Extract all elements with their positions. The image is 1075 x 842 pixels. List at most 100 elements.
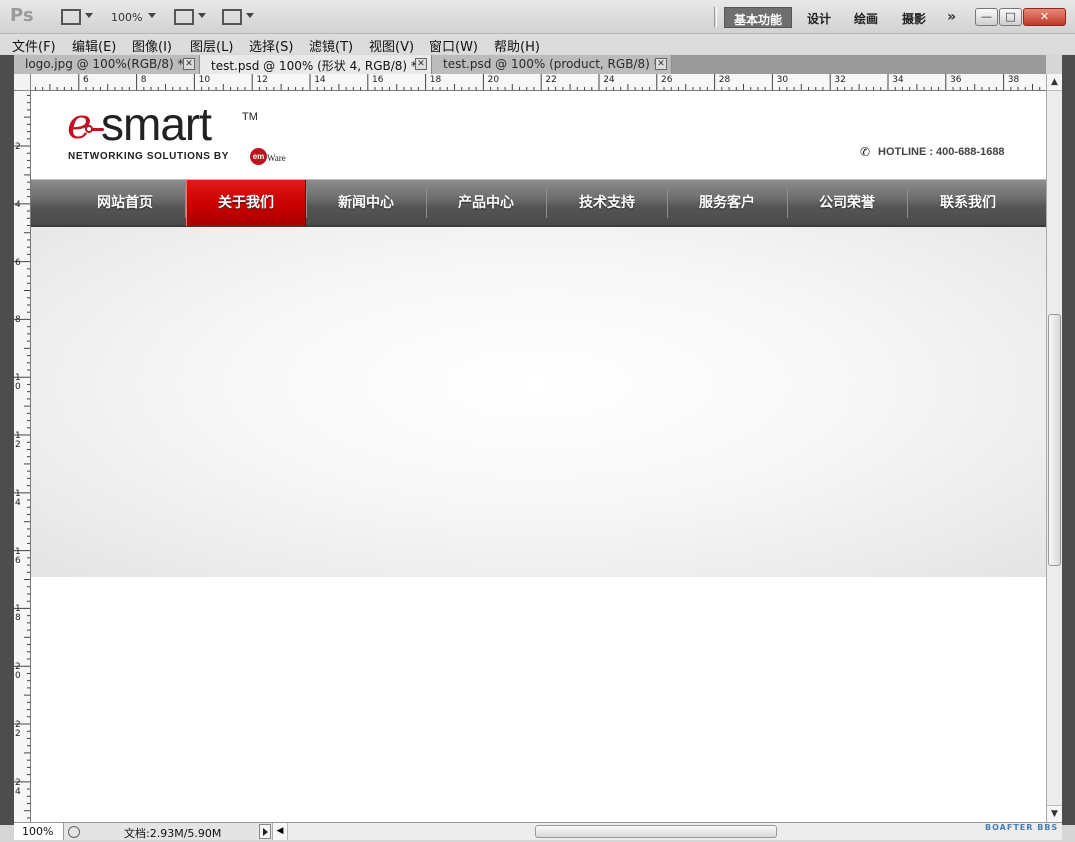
- maximize-icon: □: [1005, 10, 1016, 23]
- workspace-photography-button[interactable]: 摄影: [893, 7, 935, 28]
- hotline-text: HOTLINE : 400-688-1688: [878, 146, 1005, 158]
- horizontal-ruler[interactable]: 6 8 10 12 14 16 18 20 22 24 26 28 30 32 34 36 38: [31, 74, 1046, 91]
- application-bar: Ps 100% 基本功能 设计 绘画 摄影 » — □ ✕: [0, 0, 1075, 34]
- left-panel-strip: [0, 55, 14, 825]
- menu-filter[interactable]: 滤镜(T): [309, 36, 353, 55]
- ruler-label: 28: [718, 75, 731, 85]
- nav-home[interactable]: 网站首页: [65, 180, 185, 226]
- status-bar: 100% 文档:2.93M/5.90M ◀: [14, 822, 1062, 840]
- menu-bar: 文件(F) 编辑(E) 图像(I) 图层(L) 选择(S) 滤镜(T) 视图(V…: [0, 34, 1075, 55]
- ruler-label: 24: [603, 75, 615, 85]
- horizontal-scroll-thumb[interactable]: [535, 825, 777, 838]
- maximize-button[interactable]: □: [999, 8, 1022, 26]
- ruler-label: 12: [256, 75, 268, 85]
- ruler-label: 14: [15, 488, 21, 508]
- chevron-down-icon[interactable]: [198, 13, 206, 18]
- minimize-button[interactable]: —: [975, 8, 998, 26]
- tab-logo-jpg[interactable]: logo.jpg @ 100%(RGB/8) * ✕: [14, 55, 200, 74]
- minimize-icon: —: [981, 10, 992, 23]
- arrange-documents-icon[interactable]: [174, 9, 194, 25]
- ruler-label: 22: [545, 75, 557, 85]
- ruler-label: 2: [15, 142, 21, 152]
- close-button[interactable]: ✕: [1023, 8, 1066, 26]
- photoshop-logo: Ps: [10, 5, 34, 26]
- chevron-down-icon[interactable]: [85, 13, 93, 18]
- logo-tagline: NETWORKING SOLUTIONS BY: [68, 151, 230, 162]
- ruler-label: 30: [776, 75, 789, 85]
- nav-support[interactable]: 技术支持: [547, 180, 667, 226]
- nav-honors[interactable]: 公司荣誉: [787, 180, 907, 226]
- logo-trademark: TM: [242, 111, 258, 123]
- ruler-label: 18: [429, 75, 442, 85]
- status-menu-button[interactable]: [259, 824, 271, 839]
- emware-text: Ware: [267, 153, 286, 163]
- tab-label: test.psd @ 100% (形状 4, RGB/8) *: [211, 59, 417, 73]
- ruler-label: 20: [487, 75, 500, 85]
- tab-label: test.psd @ 100% (product, RGB/8) *: [443, 57, 660, 71]
- menu-window[interactable]: 窗口(W): [429, 36, 478, 55]
- menu-layer[interactable]: 图层(L): [190, 36, 233, 55]
- phone-icon: ✆: [860, 145, 871, 159]
- nav-service[interactable]: 服务客户: [667, 180, 787, 226]
- logo-wordmark: smart: [101, 98, 212, 150]
- ruler-label: 6: [83, 75, 89, 85]
- ruler-label: 10: [198, 75, 211, 85]
- close-icon[interactable]: ✕: [655, 58, 667, 70]
- ruler-label: 8: [15, 315, 21, 326]
- right-panel-strip: [1062, 55, 1075, 825]
- logo-letter-e: e: [67, 99, 92, 148]
- chevron-down-icon[interactable]: [148, 13, 156, 18]
- emware-badge: em: [250, 148, 267, 165]
- ruler-label: 10: [15, 373, 21, 393]
- close-icon[interactable]: ✕: [415, 58, 427, 70]
- menu-select[interactable]: 选择(S): [249, 36, 293, 55]
- ruler-label: 32: [834, 75, 846, 85]
- workspace-design-button[interactable]: 设计: [798, 7, 840, 28]
- ruler-origin[interactable]: [14, 74, 31, 91]
- horizontal-scrollbar[interactable]: ◀: [272, 823, 1062, 840]
- more-workspaces-icon[interactable]: »: [947, 9, 956, 25]
- nav-products[interactable]: 产品中心: [426, 180, 546, 226]
- workspace-essentials-button[interactable]: 基本功能: [724, 7, 793, 28]
- menu-image[interactable]: 图像(I): [132, 36, 172, 55]
- status-info-icon[interactable]: [68, 826, 80, 838]
- ruler-label: 34: [892, 75, 904, 85]
- close-icon: ✕: [1039, 10, 1050, 23]
- document-canvas[interactable]: e smart TM NETWORKING SOLUTIONS BY em Wa…: [31, 91, 1046, 822]
- tab-label: logo.jpg @ 100%(RGB/8) *: [25, 57, 184, 71]
- ruler-label: 4: [15, 199, 21, 210]
- vertical-ruler[interactable]: 2 4 6 8 10 12 14 16 18 20 22 24: [14, 91, 31, 822]
- screen-mode-icon[interactable]: [222, 9, 242, 25]
- vertical-scrollbar[interactable]: ▲ ▼: [1046, 74, 1062, 822]
- menu-file[interactable]: 文件(F): [12, 36, 56, 55]
- tab-test-psd-product[interactable]: test.psd @ 100% (product, RGB/8) * ✕: [432, 55, 672, 74]
- document-tab-bar: logo.jpg @ 100%(RGB/8) * ✕ test.psd @ 10…: [14, 55, 1046, 74]
- vertical-scroll-thumb[interactable]: [1048, 314, 1061, 566]
- tab-test-psd-shape[interactable]: test.psd @ 100% (形状 4, RGB/8) * ✕: [200, 55, 432, 74]
- nav-contact[interactable]: 联系我们: [908, 180, 1028, 226]
- menu-help[interactable]: 帮助(H): [494, 36, 540, 55]
- zoom-level[interactable]: 100%: [111, 11, 142, 24]
- site-header: e smart TM NETWORKING SOLUTIONS BY em Wa…: [31, 91, 1046, 179]
- ruler-label: 36: [950, 75, 962, 85]
- nav-about[interactable]: 关于我们: [186, 180, 306, 226]
- ruler-label: 12: [15, 431, 21, 450]
- workspace-painting-button[interactable]: 绘画: [845, 7, 887, 28]
- ruler-label: 18: [15, 604, 21, 624]
- ruler-label: 16: [15, 546, 21, 566]
- ruler-label: 16: [372, 75, 384, 85]
- status-zoom-field[interactable]: 100%: [14, 823, 64, 840]
- ruler-label: 14: [314, 75, 326, 85]
- site-navigation: 网站首页 关于我们 新闻中心 产品中心 技术支持 服务客户 公司荣誉 联系我们: [31, 179, 1046, 227]
- chevron-down-icon[interactable]: [246, 13, 254, 18]
- scroll-up-icon[interactable]: ▲: [1047, 74, 1062, 91]
- close-icon[interactable]: ✕: [183, 58, 195, 70]
- menu-edit[interactable]: 编辑(E): [72, 36, 116, 55]
- nav-news[interactable]: 新闻中心: [306, 180, 426, 226]
- ruler-label: 38: [1007, 75, 1020, 85]
- menu-view[interactable]: 视图(V): [369, 36, 414, 55]
- launch-bridge-icon[interactable]: [61, 9, 81, 25]
- scroll-down-icon[interactable]: ▼: [1047, 805, 1062, 822]
- scroll-left-icon[interactable]: ◀: [273, 823, 288, 840]
- divider: [714, 7, 717, 27]
